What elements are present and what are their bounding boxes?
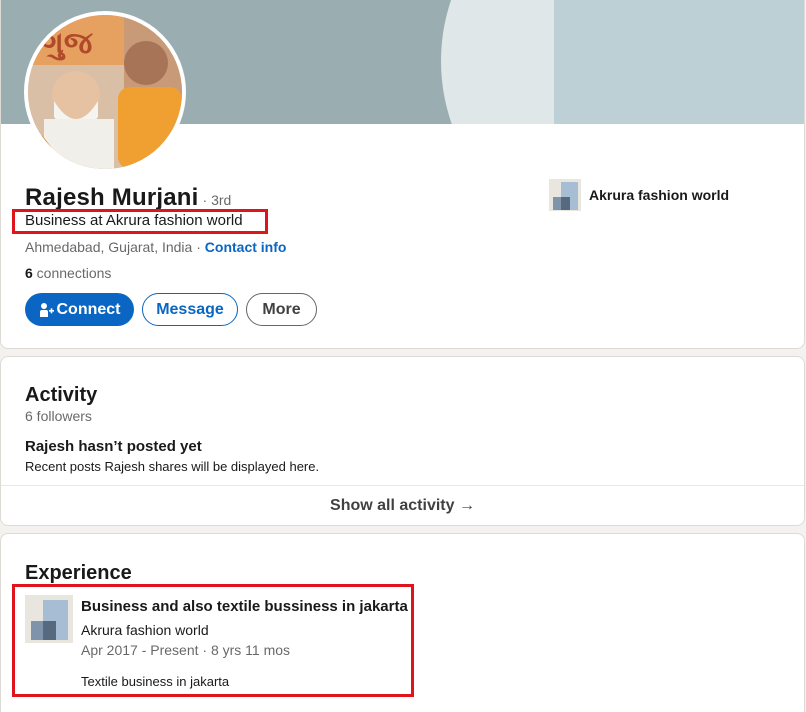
connections-number: 6 xyxy=(25,265,33,281)
highlight-box-headline xyxy=(12,209,268,234)
followers-count: 6 followers xyxy=(25,408,92,424)
profile-avatar[interactable]: ગુજ xyxy=(24,11,186,173)
connections-count[interactable]: 6 connections xyxy=(25,265,111,281)
add-person-icon xyxy=(39,302,55,318)
company-logo-icon xyxy=(549,179,581,211)
connection-degree: · 3rd xyxy=(202,192,232,208)
connect-label: Connect xyxy=(56,300,121,318)
contact-info-link[interactable]: Contact info xyxy=(205,239,287,255)
svg-text:ગુજ: ગુજ xyxy=(42,27,93,61)
more-button[interactable]: More xyxy=(246,293,317,326)
location-text: Ahmedabad, Gujarat, India · xyxy=(25,239,205,255)
connect-button[interactable]: Connect xyxy=(25,293,134,326)
no-posts-subtitle: Recent posts Rajesh shares will be displ… xyxy=(25,459,320,474)
company-name: Akrura fashion world xyxy=(589,187,730,203)
activity-card: Activity 6 followers Rajesh hasn’t poste… xyxy=(0,356,805,526)
profile-name: Rajesh Murjani xyxy=(25,184,199,211)
activity-title: Activity xyxy=(25,384,98,406)
experience-card: Experience Business and also textile bus… xyxy=(0,533,805,712)
profile-location: Ahmedabad, Gujarat, India · Contact info xyxy=(25,239,286,255)
no-posts-title: Rajesh hasn’t posted yet xyxy=(25,438,202,455)
show-all-activity-button[interactable]: Show all activity → xyxy=(1,486,804,525)
highlight-box-experience xyxy=(12,584,414,697)
experience-title: Experience xyxy=(25,562,132,584)
current-company[interactable]: Akrura fashion world xyxy=(549,179,729,211)
profile-card: ગુજ Rajesh Murjani · 3rd Business at Akr… xyxy=(0,0,805,349)
name-row: Rajesh Murjani · 3rd xyxy=(25,184,231,212)
message-button[interactable]: Message xyxy=(142,293,238,326)
connections-label: connections xyxy=(32,265,112,281)
